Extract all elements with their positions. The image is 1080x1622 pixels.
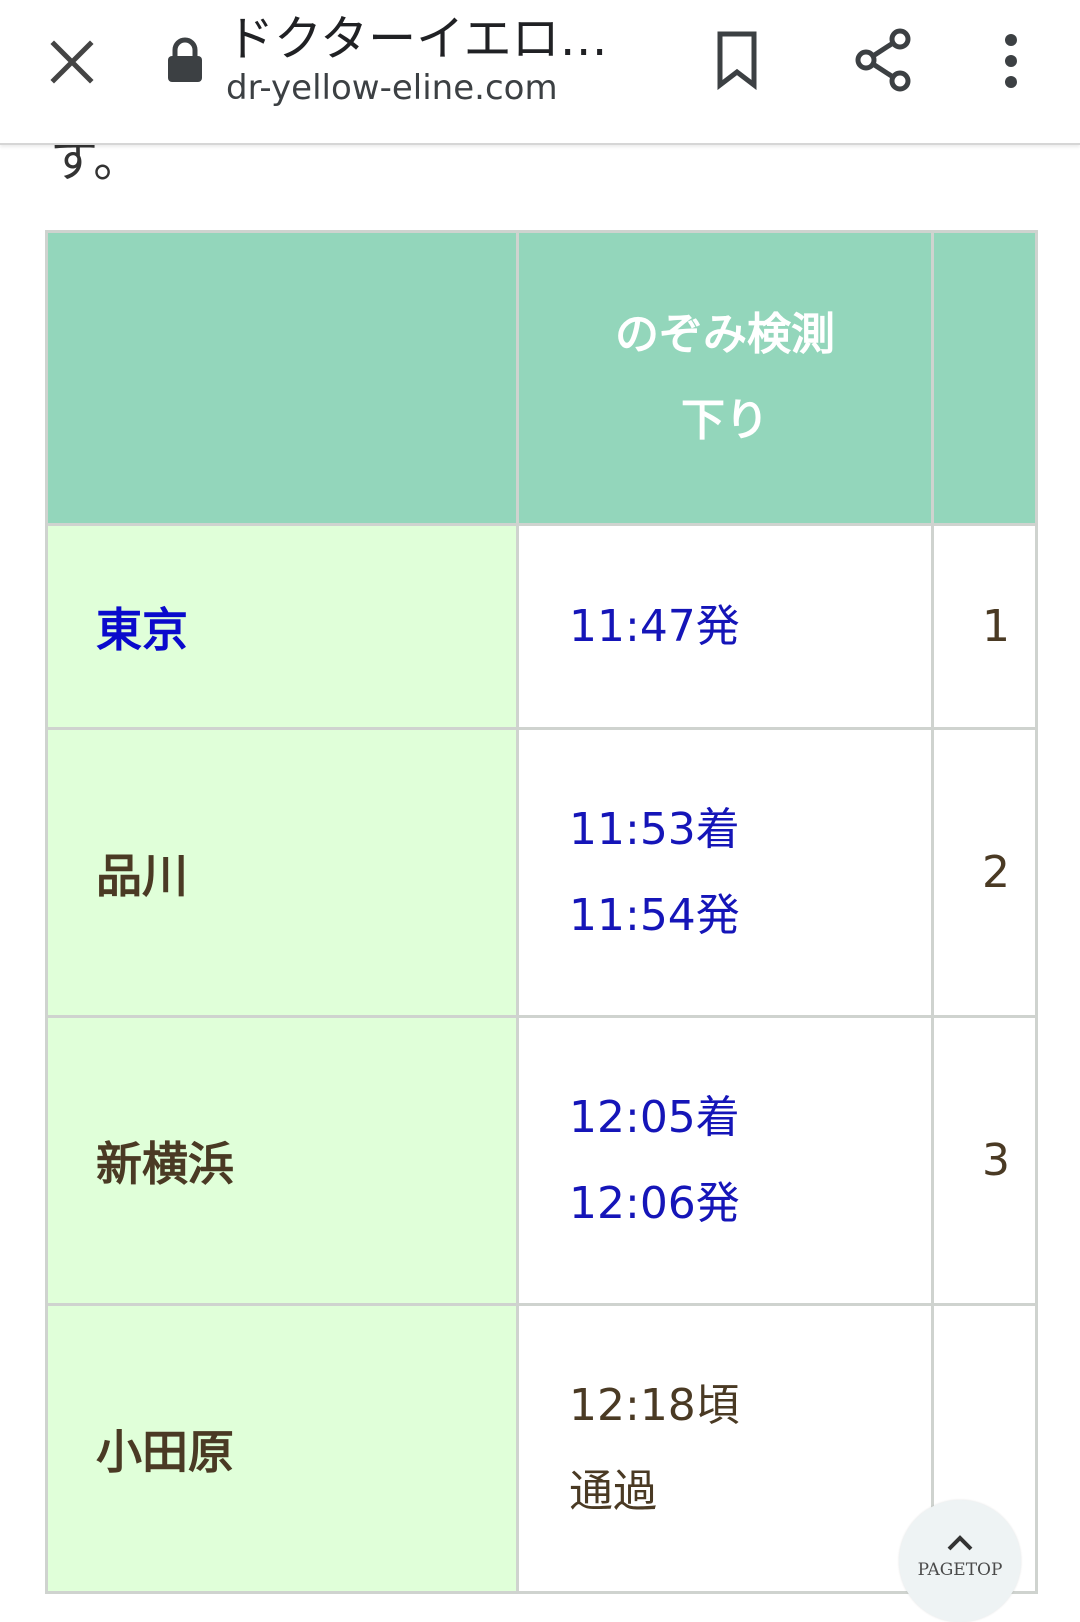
time-cell: 12:05着 12:06発: [516, 1015, 934, 1306]
header-line-1: のぞみ検測: [615, 309, 835, 360]
time-value: 12:05着: [569, 1091, 740, 1143]
station-link-tokyo[interactable]: 東京: [45, 523, 519, 730]
header-line-2: 下り: [681, 395, 769, 446]
pagetop-label: PAGETOP: [917, 1560, 1003, 1580]
close-icon[interactable]: [48, 38, 96, 86]
page-url: dr-yellow-eline.com: [226, 68, 558, 108]
station-cell: 品川: [45, 727, 519, 1018]
extra-cell: 3: [931, 1015, 1038, 1306]
time-cell: 12:18頃 通過: [516, 1303, 934, 1594]
table-row: 新横浜 12:05着 12:06発 3: [45, 1015, 1038, 1306]
header-cell-extra: [931, 230, 1038, 526]
time-value: 11:54発: [569, 889, 740, 941]
station-cell: 新横浜: [45, 1015, 519, 1306]
bookmark-icon[interactable]: [714, 30, 760, 90]
time-value: 12:06発: [569, 1177, 740, 1229]
timetable: のぞみ検測 下り 東京 11:47発 1 品川 11:53着 11:54発 2 …: [45, 230, 1038, 1594]
more-vert-icon[interactable]: [1000, 34, 1022, 88]
station-cell: 小田原: [45, 1303, 519, 1594]
table-row: 東京 11:47発 1: [45, 523, 1038, 730]
header-cell-nozomi-down: のぞみ検測 下り: [516, 230, 934, 526]
page-title: ドクターイエロ…: [226, 11, 608, 67]
time-value: 11:47発: [569, 600, 740, 652]
table-row: 小田原 12:18頃 通過: [45, 1303, 1038, 1594]
timetable-header-row: のぞみ検測 下り: [45, 230, 1038, 526]
lock-icon: [168, 37, 202, 82]
extra-cell: 2: [931, 727, 1038, 1018]
page-title-block[interactable]: ドクターイエロ… dr-yellow-eline.com: [226, 6, 666, 108]
header-cell-station: [45, 230, 519, 526]
extra-cell: 1: [931, 523, 1038, 730]
time-cell: 11:47発: [516, 523, 934, 730]
chevron-up-icon: [947, 1535, 973, 1551]
time-value: 通過: [569, 1465, 657, 1517]
time-value: 12:18頃: [569, 1379, 740, 1431]
share-icon[interactable]: [854, 28, 914, 92]
time-cell: 11:53着 11:54発: [516, 727, 934, 1018]
table-row: 品川 11:53着 11:54発 2: [45, 727, 1038, 1018]
pagetop-button[interactable]: PAGETOP: [899, 1500, 1021, 1622]
time-value: 11:53着: [569, 803, 740, 855]
browser-toolbar: ドクターイエロ… dr-yellow-eline.com: [0, 0, 1080, 145]
